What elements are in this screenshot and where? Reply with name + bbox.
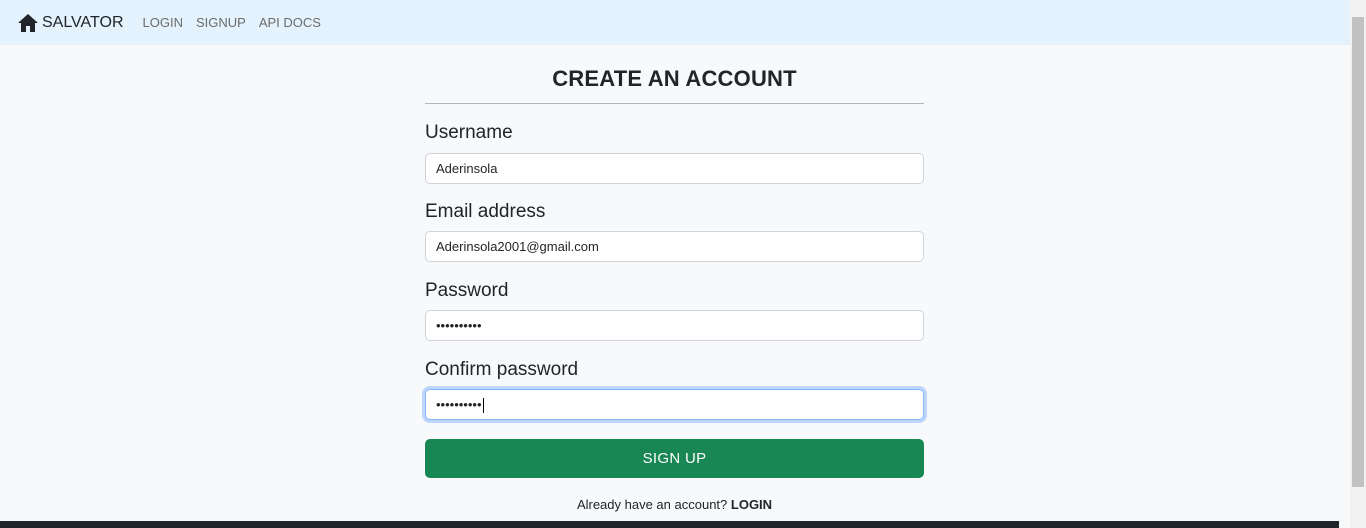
nav-links: LOGIN SIGNUP API DOCS <box>143 15 321 30</box>
footer-bar <box>0 521 1339 528</box>
username-label: Username <box>425 122 513 143</box>
password-input[interactable]: •••••••••• <box>425 310 924 341</box>
page-title: CREATE AN ACCOUNT <box>552 66 797 91</box>
nav-link-signup[interactable]: SIGNUP <box>196 15 246 30</box>
login-prompt: Already have an account? LOGIN <box>425 497 924 512</box>
login-link[interactable]: LOGIN <box>731 497 772 512</box>
navbar: SALVATOR LOGIN SIGNUP API DOCS <box>0 0 1350 45</box>
brand-name: SALVATOR <box>42 13 124 31</box>
text-caret <box>482 398 484 414</box>
home-icon <box>18 13 38 32</box>
password-label: Password <box>425 280 509 301</box>
sign-up-button[interactable]: SIGN UP <box>425 439 924 478</box>
password-group: Password •••••••••• <box>425 279 924 341</box>
email-group: Email address Aderinsola2001@gmail.com <box>425 200 924 262</box>
confirm-password-group: Confirm password •••••••••• <box>425 358 924 420</box>
scrollbar-thumb[interactable] <box>1352 17 1364 487</box>
nav-link-login[interactable]: LOGIN <box>143 15 183 30</box>
nav-link-api-docs[interactable]: API DOCS <box>259 15 321 30</box>
email-input[interactable]: Aderinsola2001@gmail.com <box>425 231 924 262</box>
signup-form: CREATE AN ACCOUNT Username Aderinsola Em… <box>425 45 924 512</box>
username-group: Username Aderinsola <box>425 121 924 184</box>
confirm-password-label: Confirm password <box>425 359 579 380</box>
username-input[interactable]: Aderinsola <box>425 153 924 184</box>
email-label: Email address <box>425 201 546 222</box>
title-divider <box>425 103 924 104</box>
brand-link[interactable]: SALVATOR <box>18 13 124 32</box>
confirm-password-value: •••••••••• <box>436 397 482 412</box>
scrollbar[interactable] <box>1350 0 1366 528</box>
login-prompt-text: Already have an account? <box>576 497 728 512</box>
confirm-password-input[interactable]: •••••••••• <box>425 389 924 420</box>
